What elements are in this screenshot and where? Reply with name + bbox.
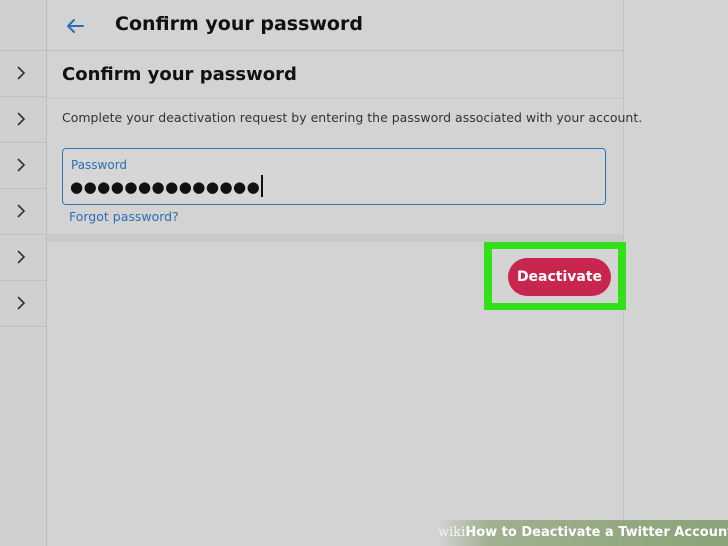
instructions-text: Complete your deactivation request by en… xyxy=(62,110,643,125)
forgot-password-link[interactable]: Forgot password? xyxy=(69,209,179,224)
chevron-right-icon xyxy=(17,204,26,218)
password-input[interactable]: ●●●●●●●●●●●●●● xyxy=(70,175,263,197)
text-caret xyxy=(261,175,263,197)
sidebar-item-1[interactable] xyxy=(0,51,46,97)
password-field[interactable]: Password ●●●●●●●●●●●●●● xyxy=(62,148,606,205)
sidebar-item-3[interactable] xyxy=(0,143,46,189)
sidebar-header xyxy=(0,0,46,51)
deactivate-button[interactable]: Deactivate xyxy=(508,258,611,296)
arrow-left-icon xyxy=(67,19,84,33)
wikihow-watermark: wikiHow to Deactivate a Twitter Account xyxy=(438,520,728,546)
chevron-right-icon xyxy=(17,296,26,310)
sidebar-item-4[interactable] xyxy=(0,189,46,235)
sidebar-item-2[interactable] xyxy=(0,97,46,143)
divider-band xyxy=(47,234,623,242)
watermark-how: How xyxy=(465,525,498,540)
watermark-wiki: wiki xyxy=(438,525,466,540)
page-title: Confirm your password xyxy=(115,13,363,35)
back-button[interactable] xyxy=(63,14,87,38)
chevron-right-icon xyxy=(17,112,26,126)
chevron-right-icon xyxy=(17,250,26,264)
password-value: ●●●●●●●●●●●●●● xyxy=(70,178,261,196)
watermark-title: to Deactivate a Twitter Account xyxy=(497,525,728,540)
chevron-right-icon xyxy=(17,158,26,172)
password-label: Password xyxy=(71,158,128,172)
sidebar-item-6[interactable] xyxy=(0,281,46,327)
screenshot-frame: Confirm your password Confirm your passw… xyxy=(0,0,728,546)
section-header: Confirm your password xyxy=(47,51,623,99)
sidebar-item-5[interactable] xyxy=(0,235,46,281)
section-title: Confirm your password xyxy=(62,64,297,85)
chevron-right-icon xyxy=(17,66,26,80)
settings-sidebar xyxy=(0,0,47,546)
page-header: Confirm your password xyxy=(47,0,623,51)
